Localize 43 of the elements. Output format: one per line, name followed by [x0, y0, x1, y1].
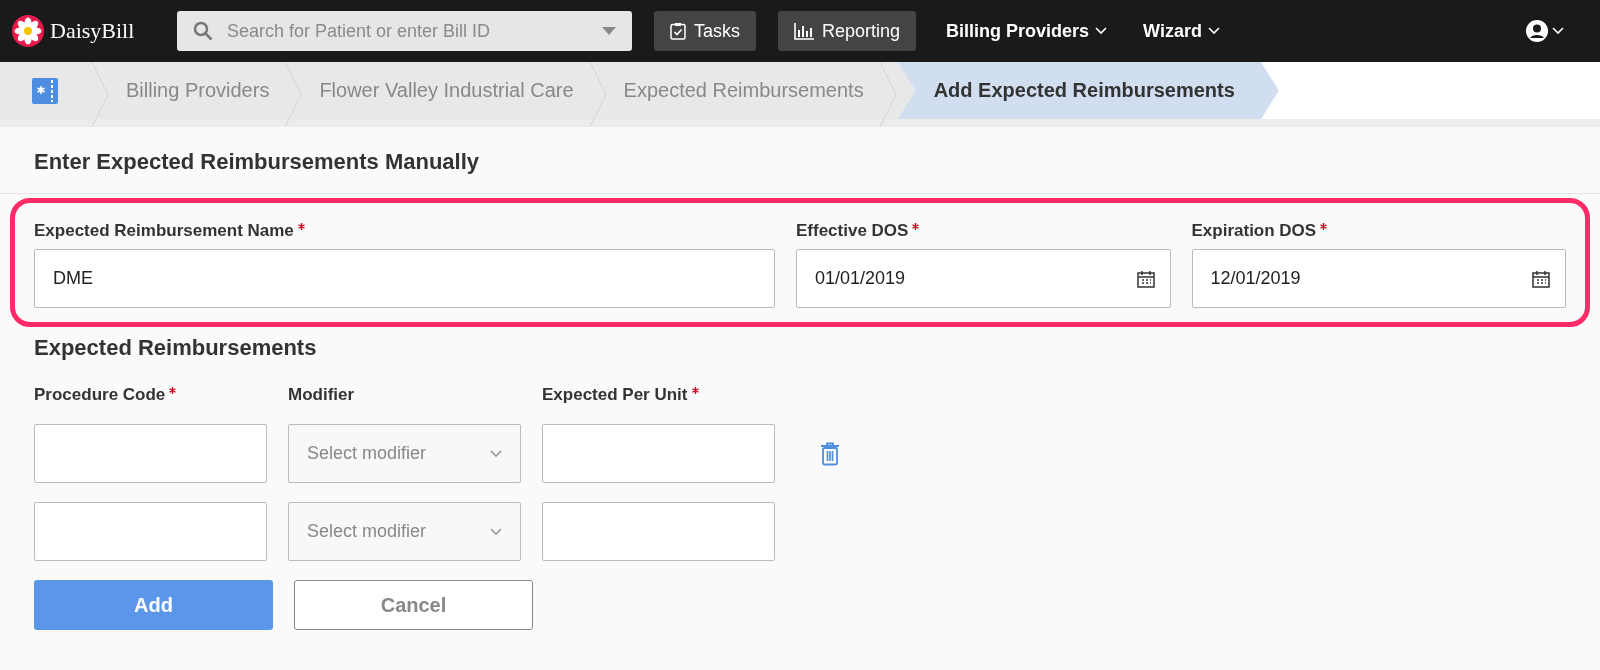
section-heading: Enter Expected Reimbursements Manually [0, 127, 1600, 194]
field-label: Expiration DOS [1191, 221, 1317, 241]
chevron-down-icon [490, 527, 502, 536]
expected-per-unit-field[interactable] [542, 502, 775, 561]
procedure-code-field[interactable] [34, 502, 267, 561]
breadcrumb-separator [587, 62, 608, 127]
chevron-down-icon [490, 449, 502, 458]
app-logo-text: DaisyBill [50, 18, 135, 44]
column-label: Procedure Code [34, 385, 166, 405]
chevron-down-icon [1552, 27, 1564, 35]
chevron-down-icon [1207, 27, 1220, 35]
calendar-icon[interactable] [1136, 269, 1155, 288]
delete-row-button[interactable] [820, 441, 840, 466]
date-field[interactable]: 01/01/2019 [796, 249, 1171, 308]
breadcrumb-current[interactable]: Add Expected Reimbursements [897, 62, 1279, 119]
date-field[interactable]: 12/01/2019 [1191, 249, 1566, 308]
trash-icon [820, 441, 840, 466]
section-heading: Expected Reimbursements [33, 334, 318, 361]
chevron-down-icon [1095, 27, 1108, 35]
breadcrumb-separator [283, 62, 304, 127]
medical-card-icon[interactable] [31, 76, 59, 105]
column-label: Expected Per Unit [542, 385, 688, 405]
breadcrumb-separator [90, 62, 110, 127]
nav-menu[interactable]: Wizard [1137, 19, 1226, 43]
dropdown-triangle-icon [602, 27, 616, 35]
user-avatar-icon [1526, 20, 1548, 42]
calendar-icon[interactable] [1532, 269, 1550, 288]
search-field[interactable]: Search for Patient or enter Bill ID [177, 11, 632, 51]
search-icon [193, 21, 213, 41]
daisy-flower-icon [12, 15, 44, 47]
clipboard-check-icon [670, 22, 686, 40]
column-label: Modifier [288, 385, 355, 405]
field-label: Effective DOS [796, 221, 909, 241]
cancel-button[interactable]: Cancel [294, 580, 533, 630]
breadcrumb-separator [877, 62, 898, 127]
field-label: Expected Reimbursement Name [34, 221, 294, 241]
bar-chart-icon [794, 22, 814, 40]
nav-button[interactable]: Reporting [778, 11, 917, 51]
expected-per-unit-field[interactable] [542, 424, 775, 483]
nav-menu[interactable]: Billing Providers [940, 19, 1114, 43]
text-field[interactable]: DME [34, 249, 775, 308]
procedure-code-field[interactable] [34, 424, 267, 483]
nav-button[interactable]: Tasks [654, 11, 756, 51]
